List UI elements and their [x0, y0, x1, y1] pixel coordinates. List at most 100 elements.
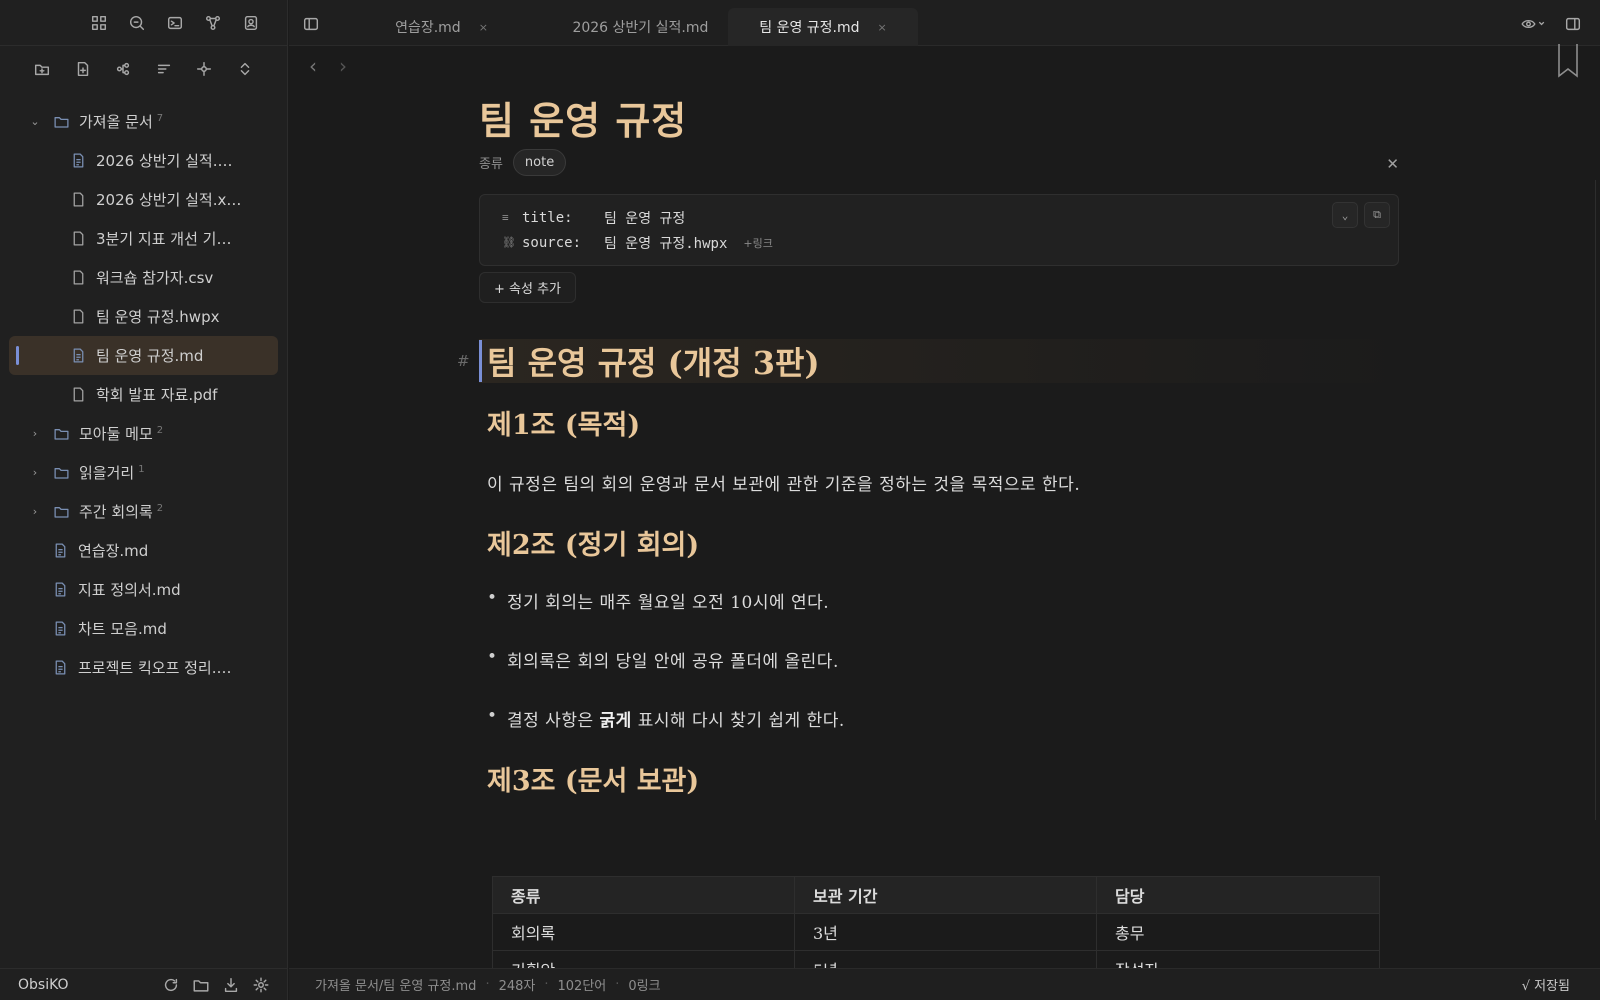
file-item[interactable]: 2026 상반기 실적.…: [0, 141, 287, 180]
tab-bar: 연습장.md × 2026 상반기 실적.md × 팀 운영 규정.md ×: [289, 0, 1600, 46]
type-chip[interactable]: note: [512, 149, 567, 176]
folder-주간-회의록[interactable]: › 주간 회의록 2: [0, 492, 287, 531]
reading-view-icon[interactable]: [1513, 12, 1553, 36]
forward-arrow-icon[interactable]: ›: [339, 54, 347, 78]
sort-icon[interactable]: [152, 57, 176, 81]
file-path[interactable]: 가져올 문서/팀 운영 규정.md: [315, 975, 476, 994]
collapse-chevron-icon[interactable]: ⌄: [1332, 202, 1358, 228]
new-note-icon[interactable]: [71, 57, 95, 81]
profile-icon[interactable]: [239, 11, 263, 35]
table-cell[interactable]: 작성자: [1096, 950, 1380, 968]
status-bar: 가져올 문서/팀 운영 규정.md · 248자 · 102단어 · 0링크 √…: [289, 968, 1600, 1000]
toggle-sidebar-icon[interactable]: [299, 12, 323, 36]
table-cell[interactable]: 회의록: [492, 913, 795, 951]
folder-count: 2: [156, 425, 164, 436]
table-header-cell[interactable]: 종류: [492, 876, 795, 914]
file-icon: [68, 229, 88, 249]
separator: ·: [544, 977, 549, 992]
bullet-dot: •: [487, 647, 498, 667]
note-file-icon: [50, 658, 70, 678]
active-indicator: [16, 346, 19, 365]
list-item[interactable]: • 회의록은 회의 당일 안에 공유 폴더에 올린다.: [487, 647, 1399, 672]
expand-collapse-icon[interactable]: [233, 57, 257, 81]
property-value[interactable]: 팀 운영 규정.hwpx: [604, 233, 727, 253]
file-item-active[interactable]: 팀 운영 규정.md: [9, 336, 278, 375]
tab-팀-운영-규정[interactable]: 팀 운영 규정.md ×: [728, 8, 918, 46]
file-label: 2026 상반기 실적.…: [96, 152, 233, 170]
file-item[interactable]: 학회 발표 자료.pdf: [0, 375, 287, 414]
list-item[interactable]: • 결정 사항은 굵게 표시해 다시 찾기 쉽게 한다.: [487, 706, 1399, 731]
folder-icon: [51, 112, 71, 132]
note-title[interactable]: 팀 운영 규정: [479, 90, 1399, 145]
settings-gear-icon[interactable]: [248, 973, 274, 997]
list-item-text: 정기 회의는 매주 월요일 오전 10시에 연다.: [507, 593, 830, 613]
folder-가져올-문서[interactable]: ⌄ 가져올 문서 7: [0, 102, 287, 141]
chevron-right-icon: ›: [32, 427, 38, 440]
tab-label: 2026 상반기 실적.md: [572, 20, 709, 36]
table-row: 기획안 5년 작성자: [492, 950, 1380, 968]
folder-읽을거리[interactable]: › 읽을거리 1: [0, 453, 287, 492]
file-item[interactable]: 차트 모음.md: [0, 609, 287, 648]
vault-name[interactable]: ObsiKO: [18, 977, 154, 993]
close-icon[interactable]: ✕: [1386, 155, 1399, 173]
property-key: title:: [522, 209, 573, 226]
scrollbar[interactable]: [1595, 180, 1596, 820]
folder-label: 읽을거리: [79, 464, 135, 482]
metadata-label: 종류: [479, 157, 503, 172]
heading-1-line[interactable]: # 팀 운영 규정 (개정 3판): [457, 338, 1399, 384]
reveal-active-file-icon[interactable]: [192, 57, 216, 81]
table-cell[interactable]: 5년: [794, 950, 1097, 968]
list-item[interactable]: • 정기 회의는 매주 월요일 오전 10시에 연다.: [487, 588, 1399, 613]
list-item-text: 결정 사항은 굵게 표시해 다시 찾기 쉽게 한다.: [507, 711, 845, 731]
table-header-row: 종류 보관 기간 담당: [492, 876, 1380, 914]
file-explorer-toolbar: [0, 46, 287, 92]
file-item[interactable]: 프로젝트 킥오프 정리.…: [0, 648, 287, 687]
separator: ·: [615, 977, 620, 992]
property-row[interactable]: ≡ title: 팀 운영 규정: [502, 205, 1376, 230]
heading-article-3[interactable]: 제3조 (문서 보관): [487, 759, 1399, 798]
property-row[interactable]: ⛓ source: 팀 운영 규정.hwpx +링크: [502, 230, 1376, 255]
file-item[interactable]: 3분기 지표 개선 기…: [0, 219, 287, 258]
table-header-cell[interactable]: 담당: [1096, 876, 1380, 914]
download-icon[interactable]: [218, 973, 244, 997]
back-arrow-icon[interactable]: ‹: [309, 54, 317, 78]
bookmark-icon[interactable]: [1556, 44, 1580, 78]
new-folder-icon[interactable]: [30, 57, 54, 81]
chevron-down-icon: ⌄: [30, 115, 40, 128]
tab-close-icon[interactable]: ×: [479, 21, 488, 34]
graph-icon[interactable]: [201, 11, 225, 35]
table-header-cell[interactable]: 보관 기간: [794, 876, 1097, 914]
add-link-button[interactable]: +링크: [743, 235, 772, 251]
heading-article-1[interactable]: 제1조 (목적): [487, 403, 1399, 442]
file-item[interactable]: 연습장.md: [0, 531, 287, 570]
file-item[interactable]: 팀 운영 규정.hwpx: [0, 297, 287, 336]
dashboard-grid-icon[interactable]: [87, 11, 111, 35]
file-item[interactable]: 지표 정의서.md: [0, 570, 287, 609]
terminal-icon[interactable]: [163, 11, 187, 35]
bold-text: 굵게: [599, 711, 632, 731]
table-cell[interactable]: 총무: [1096, 913, 1380, 951]
toggle-right-sidebar-icon[interactable]: [1561, 12, 1585, 36]
link-count: 0링크: [628, 979, 661, 994]
heading-1[interactable]: 팀 운영 규정 (개정 3판): [487, 338, 820, 384]
tab-label: 팀 운영 규정.md: [759, 20, 860, 36]
table-cell[interactable]: 3년: [794, 913, 1097, 951]
file-tree: ⌄ 가져올 문서 7 2026 상반기 실적.… 2026 상반기 실적.x… …: [0, 92, 287, 687]
link-structure-icon[interactable]: [111, 57, 135, 81]
file-icon: [68, 190, 88, 210]
folder-모아둘-메모[interactable]: › 모아둘 메모 2: [0, 414, 287, 453]
file-item[interactable]: 2026 상반기 실적.x…: [0, 180, 287, 219]
table-cell[interactable]: 기획안: [492, 950, 795, 968]
property-value[interactable]: 팀 운영 규정: [604, 208, 685, 228]
open-folder-icon[interactable]: [188, 973, 214, 997]
tab-연습장[interactable]: 연습장.md ×: [349, 8, 534, 46]
copy-icon[interactable]: ⧉: [1364, 202, 1390, 228]
article-1-text[interactable]: 이 규정은 팀의 회의 운영과 문서 보관에 관한 기준을 정하는 것을 목적으…: [487, 470, 1399, 495]
heading-article-2[interactable]: 제2조 (정기 회의): [487, 523, 1399, 562]
search-icon[interactable]: [125, 11, 149, 35]
note-file-icon: [68, 346, 88, 366]
add-property-button[interactable]: + 속성 추가: [479, 272, 576, 303]
file-item[interactable]: 워크숍 참가자.csv: [0, 258, 287, 297]
refresh-icon[interactable]: [158, 973, 184, 997]
tab-close-icon[interactable]: ×: [878, 21, 887, 34]
